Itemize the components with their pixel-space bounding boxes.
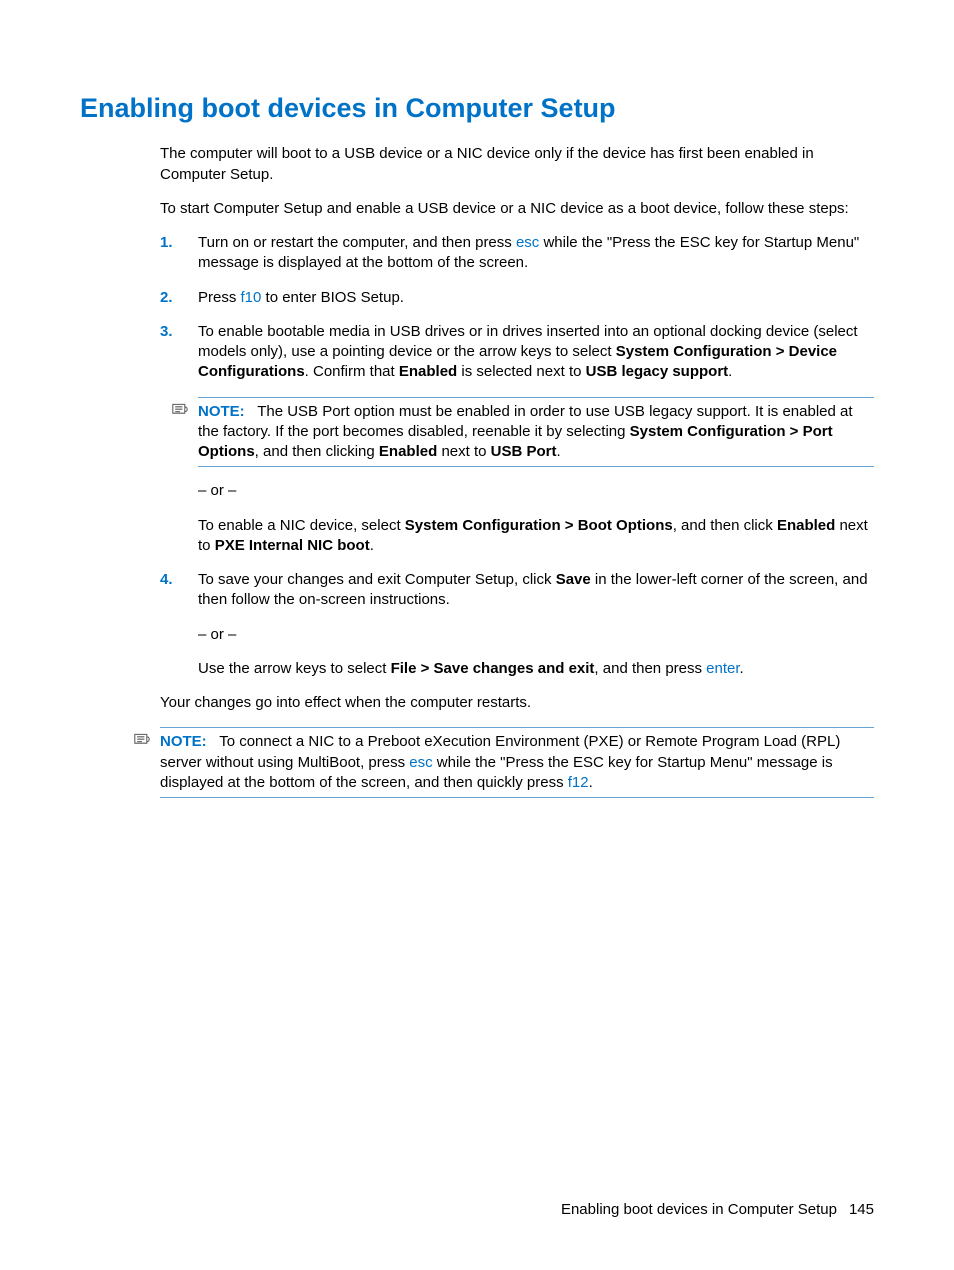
step-text: To save your changes and exit Computer S… — [198, 571, 556, 588]
text: To enable a NIC device, select — [198, 517, 405, 534]
step-text: to enter BIOS Setup. — [261, 289, 404, 306]
step-1: 1. Turn on or restart the computer, and … — [160, 233, 874, 274]
note-icon — [170, 402, 190, 418]
step-text: Turn on or restart the computer, and the… — [198, 234, 516, 251]
body-content: The computer will boot to a USB device o… — [160, 144, 874, 798]
bold-text: Enabled — [399, 363, 457, 380]
step-text: . — [728, 363, 732, 380]
step-text: . Confirm that — [305, 363, 399, 380]
step-number: 3. — [160, 322, 173, 342]
key-enter: enter — [706, 660, 739, 677]
bold-text: System Configuration > Boot Options — [405, 517, 673, 534]
bold-text: Enabled — [379, 443, 437, 460]
or-separator: – or – — [198, 481, 874, 501]
note-text: . — [557, 443, 561, 460]
text: , and then press — [594, 660, 706, 677]
note-block: NOTE: The USB Port option must be enable… — [198, 397, 874, 468]
note-text: . — [589, 774, 593, 791]
page-heading: Enabling boot devices in Computer Setup — [80, 90, 874, 126]
bold-text: USB legacy support — [586, 363, 729, 380]
key-esc: esc — [516, 234, 539, 251]
step-number: 2. — [160, 288, 173, 308]
key-f10: f10 — [241, 289, 262, 306]
nic-paragraph: To enable a NIC device, select System Co… — [198, 516, 874, 557]
steps-list: 1. Turn on or restart the computer, and … — [160, 233, 874, 383]
page-footer: Enabling boot devices in Computer Setup 1… — [561, 1200, 874, 1220]
or-separator: – or – — [198, 625, 874, 645]
bold-text: Enabled — [777, 517, 835, 534]
bold-text: File > Save changes and exit — [391, 660, 595, 677]
note-text: , and then clicking — [255, 443, 379, 460]
document-page: Enabling boot devices in Computer Setup … — [0, 0, 954, 1270]
footer-title: Enabling boot devices in Computer Setup — [561, 1201, 837, 1218]
note-block: NOTE: To connect a NIC to a Preboot eXec… — [160, 727, 874, 798]
intro-paragraph-2: To start Computer Setup and enable a USB… — [160, 199, 874, 219]
closing-paragraph: Your changes go into effect when the com… — [160, 693, 874, 713]
step-number: 4. — [160, 570, 173, 590]
bold-text: USB Port — [491, 443, 557, 460]
text: , and then click — [673, 517, 777, 534]
page-number: 145 — [849, 1201, 874, 1218]
note-icon — [132, 732, 152, 748]
bold-text: PXE Internal NIC boot — [215, 537, 370, 554]
key-f12: f12 — [568, 774, 589, 791]
note-text: next to — [437, 443, 490, 460]
step-text: is selected next to — [457, 363, 585, 380]
key-esc: esc — [409, 754, 432, 771]
text: . — [740, 660, 744, 677]
step-text: Press — [198, 289, 241, 306]
step-2: 2. Press f10 to enter BIOS Setup. — [160, 288, 874, 308]
text: Use the arrow keys to select — [198, 660, 391, 677]
intro-paragraph-1: The computer will boot to a USB device o… — [160, 144, 874, 185]
text: . — [370, 537, 374, 554]
step-3: 3. To enable bootable media in USB drive… — [160, 322, 874, 383]
step-4: 4. To save your changes and exit Compute… — [160, 570, 874, 611]
note-label: NOTE: — [160, 733, 207, 750]
note-label: NOTE: — [198, 403, 245, 420]
step-number: 1. — [160, 233, 173, 253]
steps-list-continued: 4. To save your changes and exit Compute… — [160, 570, 874, 611]
note-container: NOTE: The USB Port option must be enable… — [198, 397, 874, 468]
bold-text: Save — [556, 571, 591, 588]
arrow-keys-paragraph: Use the arrow keys to select File > Save… — [198, 659, 874, 679]
